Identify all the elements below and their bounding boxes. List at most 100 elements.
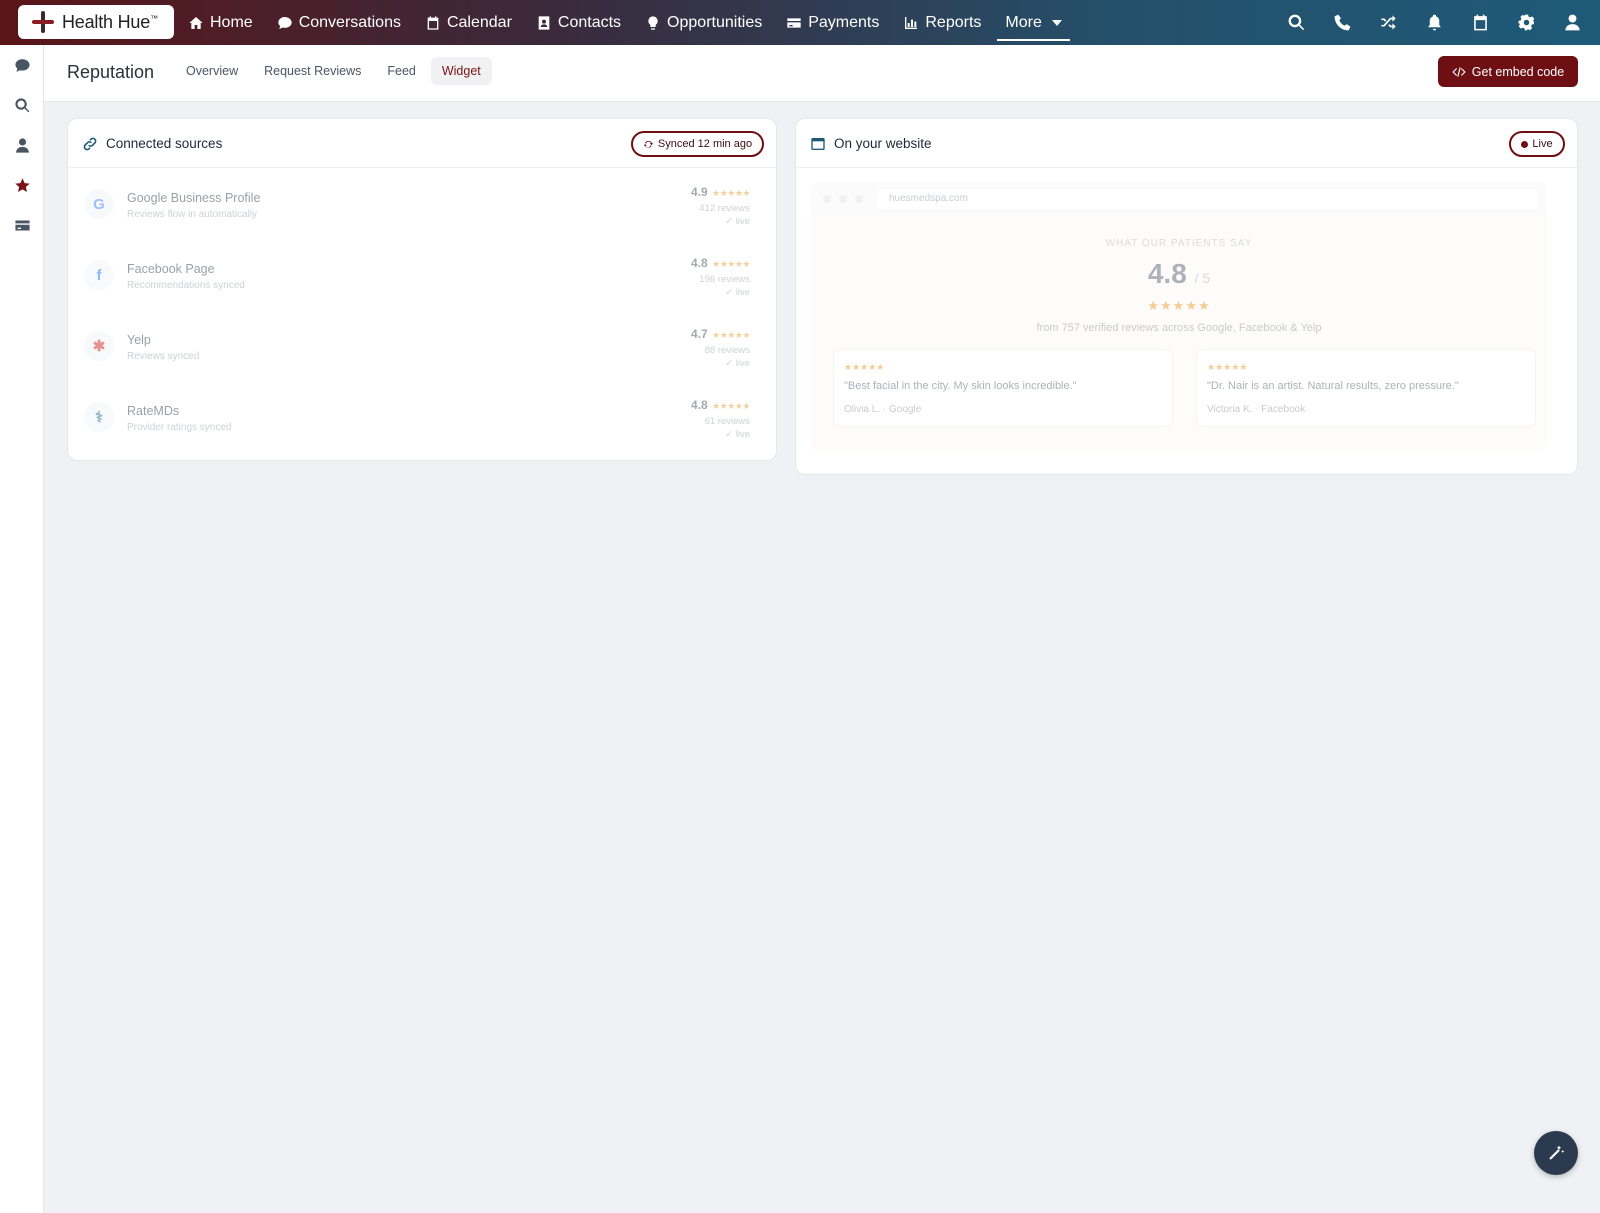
rating-stars: ★★★★★ — [712, 188, 750, 198]
review-count: 412 reviews — [699, 203, 750, 214]
contact-card-icon — [538, 15, 550, 30]
nav-conversations[interactable]: Conversations — [277, 0, 401, 45]
page-title: Reputation — [67, 62, 155, 82]
phone-icon[interactable] — [1332, 13, 1352, 33]
nav-more[interactable]: More — [997, 0, 1071, 45]
sync-status-badge[interactable]: Synced 12 min ago — [631, 131, 764, 157]
window-icon — [810, 136, 826, 152]
chevron-down-icon — [1051, 19, 1062, 26]
preview-url: huesmedspa.com — [877, 189, 1537, 209]
window-dot-icon — [823, 195, 831, 203]
browser-bar: huesmedspa.com — [811, 182, 1547, 215]
left-sidebar — [0, 45, 44, 1213]
tab-widget[interactable]: Widget — [430, 57, 492, 85]
star-icon[interactable] — [12, 175, 32, 195]
nav-contacts[interactable]: Contacts — [536, 0, 621, 45]
credit-card-icon[interactable] — [12, 215, 32, 235]
quote-author: Victoria K. · Facebook — [1207, 404, 1306, 415]
widget-heading: WHAT OUR PATIENTS SAY — [1105, 238, 1253, 249]
calendar-icon — [427, 15, 439, 30]
source-row-ratemds[interactable]: ⚕ RateMDs Provider ratings synced 4.8 ★★… — [82, 398, 750, 468]
gear-icon[interactable] — [1516, 13, 1536, 33]
nav-payments[interactable]: Payments — [786, 0, 879, 45]
review-count: 61 reviews — [704, 416, 750, 427]
nav-calendar[interactable]: Calendar — [425, 0, 512, 45]
tab-feed[interactable]: Feed — [376, 57, 427, 85]
website-preview-card: On your website Live huesmedspa.com WHAT… — [795, 118, 1578, 475]
source-name: Facebook Page — [127, 262, 215, 276]
tab-overview[interactable]: Overview — [175, 57, 249, 85]
widget-score: 4.8 / 5 — [1147, 258, 1211, 289]
rating-stars: ★★★★★ — [712, 401, 750, 411]
search-icon[interactable] — [1286, 13, 1306, 33]
bar-chart-icon — [905, 16, 918, 29]
tab-request-reviews[interactable]: Request Reviews — [253, 57, 372, 85]
card-title: Connected sources — [106, 136, 223, 151]
health-hue-logo-icon — [32, 11, 54, 33]
source-description: Recommendations synced — [127, 280, 245, 291]
source-description: Reviews flow in automatically — [127, 209, 258, 220]
quote-stars: ★★★★★ — [1207, 362, 1248, 372]
source-name: RateMDs — [127, 404, 180, 418]
code-icon — [1452, 66, 1466, 77]
source-rating: 4.8 — [691, 256, 708, 270]
source-row-yelp[interactable]: ✱ Yelp Reviews synced 4.7 ★★★★★ 88 revie… — [82, 327, 750, 397]
live-status: ✓ live — [725, 216, 750, 227]
review-count: 196 reviews — [699, 274, 750, 285]
live-status: ✓ live — [725, 429, 750, 440]
widget-stars: ★★★★★ — [1147, 298, 1211, 313]
source-rating: 4.9 — [691, 185, 708, 199]
source-name: Google Business Profile — [127, 191, 261, 205]
nav-home[interactable]: Home — [188, 0, 253, 45]
user-icon[interactable] — [12, 135, 32, 155]
quote-stars: ★★★★★ — [844, 362, 885, 372]
source-description: Reviews synced — [127, 351, 200, 362]
review-count: 88 reviews — [704, 345, 750, 356]
widget-summary: from 757 verified reviews across Google,… — [1036, 322, 1322, 334]
window-dot-icon — [839, 195, 847, 203]
nav-opportunities[interactable]: Opportunities — [645, 0, 762, 45]
shuffle-icon[interactable] — [1378, 13, 1398, 33]
magic-wand-icon — [1549, 1145, 1565, 1160]
connected-sources-card: Connected sources Synced 12 min ago G Go… — [67, 118, 777, 461]
live-status-badge[interactable]: Live — [1509, 131, 1565, 157]
stethoscope-icon: ⚕ — [84, 402, 114, 432]
bell-icon[interactable] — [1424, 13, 1444, 33]
source-rating: 4.8 — [691, 398, 708, 412]
facebook-icon: f — [84, 260, 114, 290]
user-icon[interactable] — [1562, 13, 1582, 33]
google-icon: G — [84, 189, 114, 219]
nav-reports[interactable]: Reports — [903, 0, 981, 45]
card-title: On your website — [834, 136, 932, 151]
top-navigation: Health Hue™ Home Conversations Calendar … — [0, 0, 1600, 45]
widget-preview: huesmedspa.com WHAT OUR PATIENTS SAY 4.8… — [811, 182, 1547, 452]
chat-icon[interactable] — [12, 55, 32, 75]
magic-wand-button[interactable] — [1534, 1131, 1578, 1175]
window-dot-icon — [855, 195, 863, 203]
review-quote-card: ★★★★★ "Dr. Nair is an artist. Natural re… — [1196, 349, 1536, 427]
link-icon — [82, 136, 98, 152]
yelp-icon: ✱ — [84, 331, 114, 361]
source-row-google[interactable]: G Google Business Profile Reviews flow i… — [82, 185, 750, 255]
review-quote-card: ★★★★★ "Best facial in the city. My skin … — [833, 349, 1173, 427]
source-row-facebook[interactable]: f Facebook Page Recommendations synced 4… — [82, 256, 750, 326]
rating-stars: ★★★★★ — [712, 259, 750, 269]
source-rating: 4.7 — [691, 327, 708, 341]
live-status: ✓ live — [725, 358, 750, 369]
calendar-icon[interactable] — [1470, 13, 1490, 33]
credit-card-icon — [787, 17, 801, 28]
get-embed-code-button[interactable]: Get embed code — [1438, 56, 1578, 87]
brand-logo[interactable]: Health Hue™ — [18, 5, 174, 39]
refresh-icon — [643, 140, 653, 148]
rating-stars: ★★★★★ — [712, 330, 750, 340]
chat-icon — [278, 16, 292, 29]
live-dot-icon — [1521, 140, 1529, 148]
reputation-tabs: Overview Request Reviews Feed Widget — [175, 57, 492, 85]
page-header: Reputation Overview Request Reviews Feed… — [44, 45, 1600, 102]
quote-text: "Dr. Nair is an artist. Natural results,… — [1207, 380, 1459, 392]
search-icon[interactable] — [12, 95, 32, 115]
live-status: ✓ live — [725, 287, 750, 298]
quote-author: Olivia L. · Google — [844, 404, 922, 415]
quote-text: "Best facial in the city. My skin looks … — [844, 380, 1077, 392]
source-description: Provider ratings synced — [127, 422, 232, 433]
